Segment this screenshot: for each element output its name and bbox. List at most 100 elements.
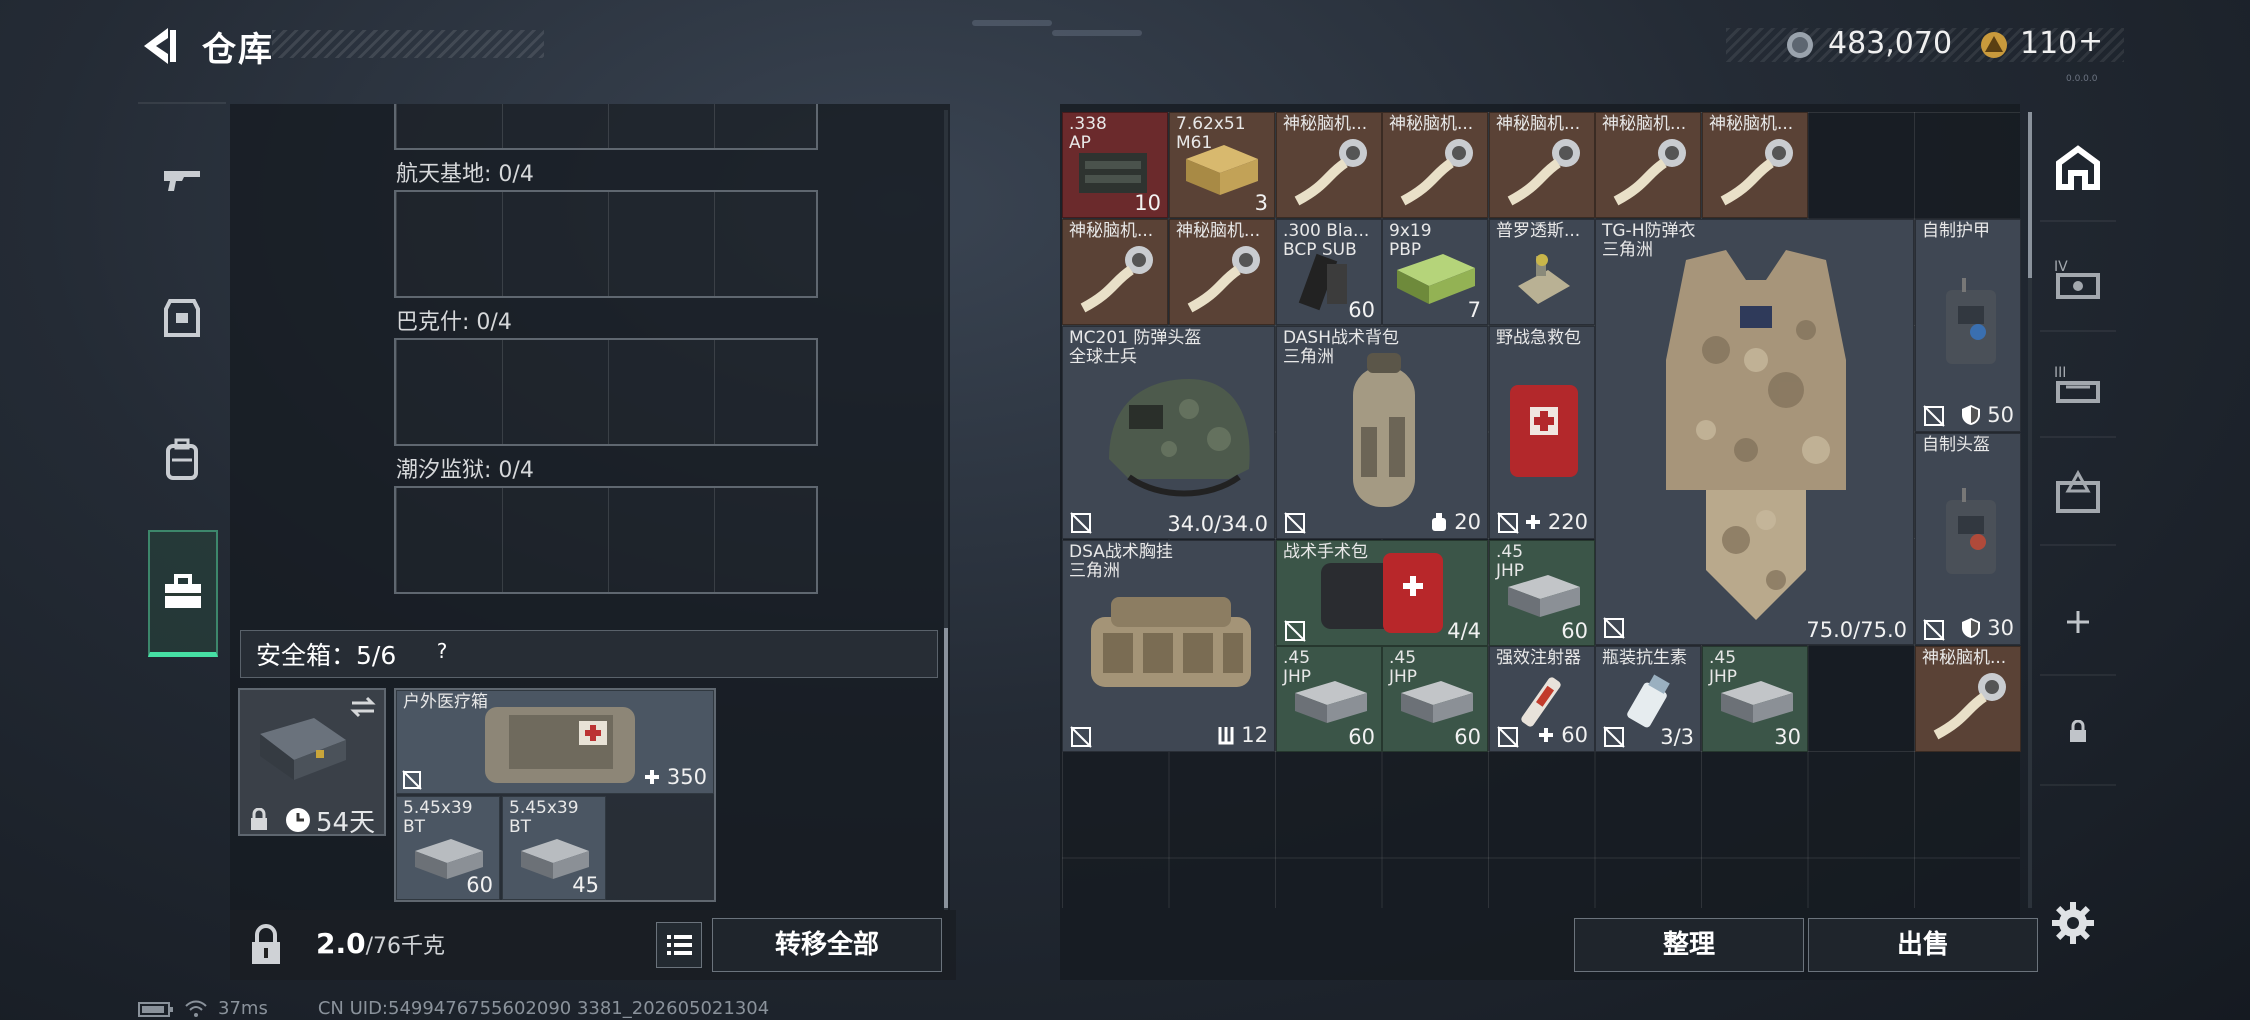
item-name: 神秘脑机... — [1922, 648, 2007, 668]
item-name: MC201 防弹头盔 全球士兵 — [1069, 328, 1202, 367]
tab-stash-iii[interactable]: III — [2040, 332, 2116, 438]
swap-icon[interactable] — [348, 694, 378, 720]
armor-icon — [164, 299, 200, 337]
nav-toolbox-active[interactable] — [148, 530, 218, 657]
stash-item[interactable]: .45 JHP 60 — [1276, 646, 1382, 752]
item-durability: 34.0/34.0 — [1167, 512, 1268, 536]
sell-button[interactable]: 出售 — [1808, 918, 2038, 972]
stash-item-body-armor[interactable]: TG-H防弹衣 三角洲 75.0/75.0 — [1595, 219, 1914, 645]
lock-button[interactable] — [238, 918, 294, 974]
item-name: DSA战术胸挂 三角洲 — [1069, 542, 1173, 581]
stash-item[interactable]: .45 JHP 60 — [1382, 646, 1488, 752]
item-name: .45 JHP — [1389, 648, 1418, 687]
nav-backpack[interactable] — [145, 404, 219, 514]
no-insure-icon — [1603, 726, 1625, 748]
chest-rig-icon — [1091, 597, 1251, 687]
scrollbar-thumb[interactable] — [2028, 112, 2032, 278]
tab-stash-iv[interactable]: IV — [2040, 226, 2116, 332]
item-badge: 220 — [1524, 510, 1588, 534]
map-slot-grid[interactable] — [394, 104, 818, 150]
stash-item[interactable]: .300 Bla... BCP SUB 60 — [1276, 219, 1382, 325]
stash-item[interactable]: 自制头盔 30 — [1915, 433, 2021, 645]
stash-item[interactable]: 神秘脑机... — [1276, 112, 1382, 218]
stash-item[interactable]: 强效注射器 60 — [1489, 646, 1595, 752]
safe-box-title: 安全箱：5/6 — [256, 641, 397, 670]
transfer-all-button[interactable]: 转移全部 — [712, 918, 942, 972]
safe-case-slot[interactable]: 54天 — [238, 688, 386, 838]
map-slot-grid[interactable] — [394, 486, 818, 594]
item-badge: 350 — [643, 765, 707, 789]
stash-item[interactable]: DSA战术胸挂 三角洲 12 — [1062, 540, 1275, 752]
tab-locked[interactable] — [2040, 680, 2116, 786]
stash-item[interactable]: .45 JHP 30 — [1702, 646, 1808, 752]
coin-icon — [1787, 32, 1813, 58]
gear-icon — [2052, 902, 2094, 944]
tab-stash-ii[interactable] — [2040, 440, 2116, 546]
brain-chip-icon — [1720, 139, 1793, 206]
clock-icon — [286, 808, 310, 832]
plus-icon — [644, 770, 659, 784]
item-count: 60 — [1561, 619, 1588, 643]
stash-item[interactable]: 神秘脑机... — [1489, 112, 1595, 218]
no-insure-icon — [1070, 726, 1092, 748]
add-bond-button[interactable]: + — [2078, 24, 2103, 59]
brain-chip-icon — [1613, 139, 1686, 206]
bg-light — [1052, 30, 1142, 36]
no-insure-icon — [1070, 512, 1092, 534]
safe-item-medkit[interactable]: 户外医疗箱 350 — [396, 690, 714, 794]
stash-item[interactable]: 战术手术包 4/4 — [1276, 540, 1488, 646]
tab-add-stash[interactable] — [2040, 570, 2116, 676]
settings-button[interactable] — [2050, 900, 2096, 946]
stash-item[interactable]: 野战急救包 220 — [1489, 326, 1595, 539]
no-insure-icon — [1497, 512, 1519, 534]
scrollbar-thumb[interactable] — [944, 628, 948, 908]
weapon-icon — [164, 171, 200, 191]
proteus-device-icon — [1518, 254, 1570, 304]
stash-item[interactable]: 瓶装抗生素 3/3 — [1595, 646, 1701, 752]
item-count: 3 — [1254, 191, 1268, 215]
stash-item[interactable]: 7.62x51 M61 3 — [1169, 112, 1275, 218]
stash-item[interactable]: 神秘脑机... — [1915, 646, 2021, 752]
weight-current: 2.0 — [316, 927, 366, 960]
plus-icon — [1539, 728, 1554, 742]
list-view-button[interactable] — [656, 922, 702, 968]
map-slot-grid[interactable] — [394, 338, 818, 446]
nav-weapons[interactable] — [145, 124, 219, 234]
ping-text: 37ms — [218, 998, 268, 1019]
first-aid-kit-icon — [1510, 385, 1578, 477]
safe-item-ammo[interactable]: 5.45x39 BT 60 — [396, 796, 500, 900]
stash-item[interactable]: .338 AP 10 — [1062, 112, 1168, 218]
stash-item[interactable]: 普罗透斯... — [1489, 219, 1595, 325]
stash-item[interactable]: 神秘脑机... — [1595, 112, 1701, 218]
arrange-button[interactable]: 整理 — [1574, 918, 1804, 972]
item-badge: 60 — [1537, 723, 1588, 747]
stash-item[interactable]: MC201 防弹头盔 全球士兵 34.0/34.0 — [1062, 326, 1275, 539]
page-title: 仓库 — [202, 30, 274, 70]
help-button[interactable]: ? — [428, 639, 456, 667]
stash-item[interactable]: .45 JHP 60 — [1489, 540, 1595, 646]
tab-vault[interactable] — [2040, 116, 2116, 222]
item-count: 50 — [1987, 403, 2014, 427]
stash-item[interactable]: 9x19 PBP 7 — [1382, 219, 1488, 325]
vault-icon — [2056, 145, 2100, 190]
stash-item[interactable]: DASH战术背包 三角洲 20 — [1276, 326, 1488, 539]
item-badge: 12 — [1217, 723, 1268, 747]
back-button[interactable] — [138, 24, 182, 68]
no-insure-icon — [1603, 617, 1625, 639]
stash-item[interactable]: 神秘脑机... — [1382, 112, 1488, 218]
item-count: 7 — [1467, 298, 1481, 322]
stash-item[interactable]: 神秘脑机... — [1702, 112, 1808, 218]
stash-item[interactable]: 神秘脑机... — [1169, 219, 1275, 325]
svg-text:IV: IV — [2054, 259, 2068, 275]
weight-readout: 2.0/76千克 — [316, 927, 445, 960]
stash-item[interactable]: 自制护甲 50 — [1915, 219, 2021, 432]
map-slot-grid[interactable] — [394, 190, 818, 298]
safe-item-ammo[interactable]: 5.45x39 BT 45 — [502, 796, 606, 900]
nav-armor[interactable] — [145, 262, 219, 372]
title-decoration — [272, 30, 544, 58]
item-name: .45 JHP — [1283, 648, 1312, 687]
surgery-kit-icon — [1321, 553, 1443, 633]
brain-chip-icon — [1507, 139, 1580, 206]
stash-item[interactable]: 神秘脑机... — [1062, 219, 1168, 325]
item-name: 神秘脑机... — [1709, 114, 1794, 134]
